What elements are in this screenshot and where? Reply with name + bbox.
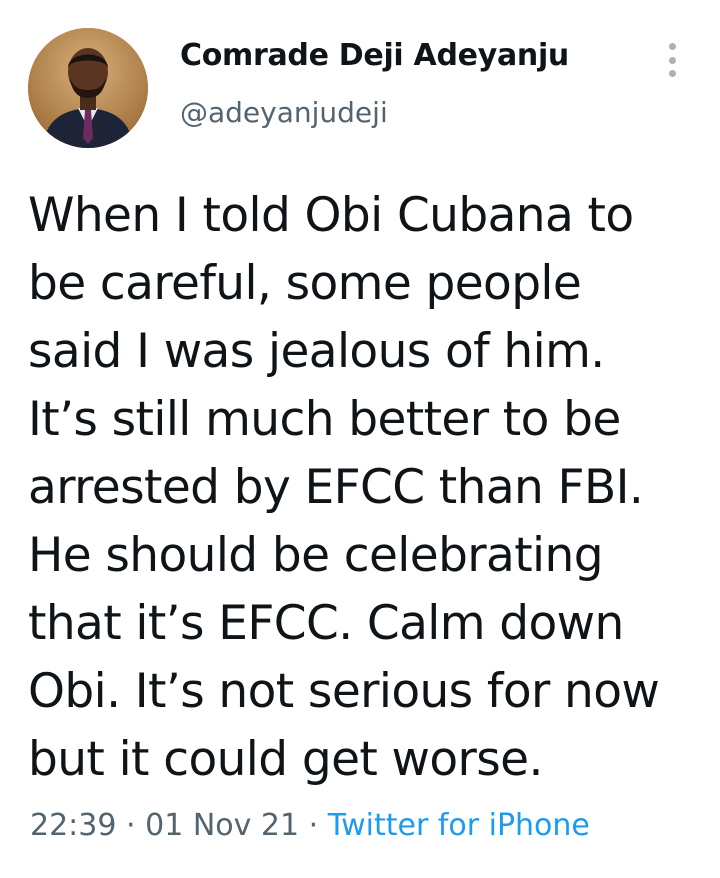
tweet-source-link[interactable]: Twitter for iPhone	[328, 808, 590, 843]
tweet-meta: 22:39 · 01 Nov 21 · Twitter for iPhone	[30, 808, 590, 843]
separator: ·	[308, 808, 319, 843]
avatar[interactable]	[28, 28, 148, 148]
tweet-card: Comrade Deji Adeyanju @adeyanjudeji When…	[0, 0, 720, 878]
tweet-text: When I told Obi Cubana to be careful, so…	[28, 182, 660, 794]
tweet-line: be careful, some people	[28, 256, 582, 311]
tweet-line: but it could get worse.	[28, 732, 543, 787]
tweet-date[interactable]: 01 Nov 21	[145, 808, 299, 843]
tweet-line: When I told Obi Cubana to	[28, 188, 634, 243]
separator: ·	[126, 808, 136, 843]
tweet-line: Obi. It’s not serious for now	[28, 664, 660, 719]
dot	[668, 56, 676, 64]
tweet-line: said I was jealous of him.	[28, 324, 605, 379]
tweet-line: He should be celebrating	[28, 528, 604, 583]
tweet-line: arrested by EFCC than FBI.	[28, 460, 644, 515]
more-vertical-icon[interactable]	[660, 40, 684, 80]
tweet-line: It’s still much better to be	[28, 392, 621, 447]
tweet-line: that it’s EFCC. Calm down	[28, 596, 624, 651]
tweet-time[interactable]: 22:39	[30, 808, 116, 843]
dot	[668, 70, 676, 77]
author-handle[interactable]: @adeyanjudeji	[180, 96, 388, 129]
dot	[668, 43, 676, 50]
profile-photo	[28, 28, 148, 148]
author-display-name[interactable]: Comrade Deji Adeyanju	[180, 38, 569, 73]
